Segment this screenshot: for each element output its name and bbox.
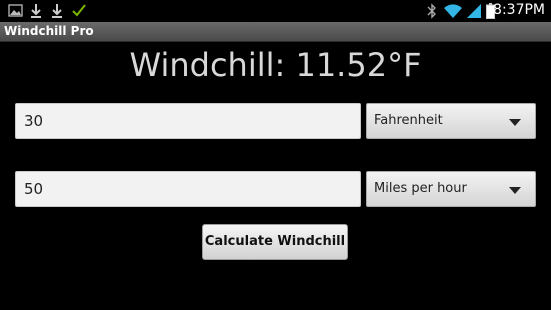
title-bar: Windchill Pro [0,22,551,42]
download-icon [52,4,62,18]
calculate-windchill-button[interactable]: Calculate Windchill [202,224,348,260]
status-time: 8:37PM [493,2,545,18]
wind-speed-input[interactable]: 50 [15,171,361,207]
image-icon [8,4,23,17]
app-title: Windchill Pro [4,24,94,38]
wind-unit-label: Miles per hour [374,181,467,196]
status-bar: 8:37PM [0,0,551,22]
download-icon [31,4,41,18]
wind-unit-dropdown[interactable]: Miles per hour [366,171,536,207]
signal-icon [467,4,481,18]
temperature-unit-label: Fahrenheit [374,113,443,128]
bluetooth-icon [427,3,436,19]
chevron-down-icon [509,119,521,126]
windchill-result: Windchill: 11.52°F [129,46,422,84]
check-icon [72,4,86,17]
wifi-icon [444,4,462,18]
temperature-input[interactable]: 30 [15,103,361,139]
chevron-down-icon [509,187,521,194]
temperature-unit-dropdown[interactable]: Fahrenheit [366,103,536,139]
